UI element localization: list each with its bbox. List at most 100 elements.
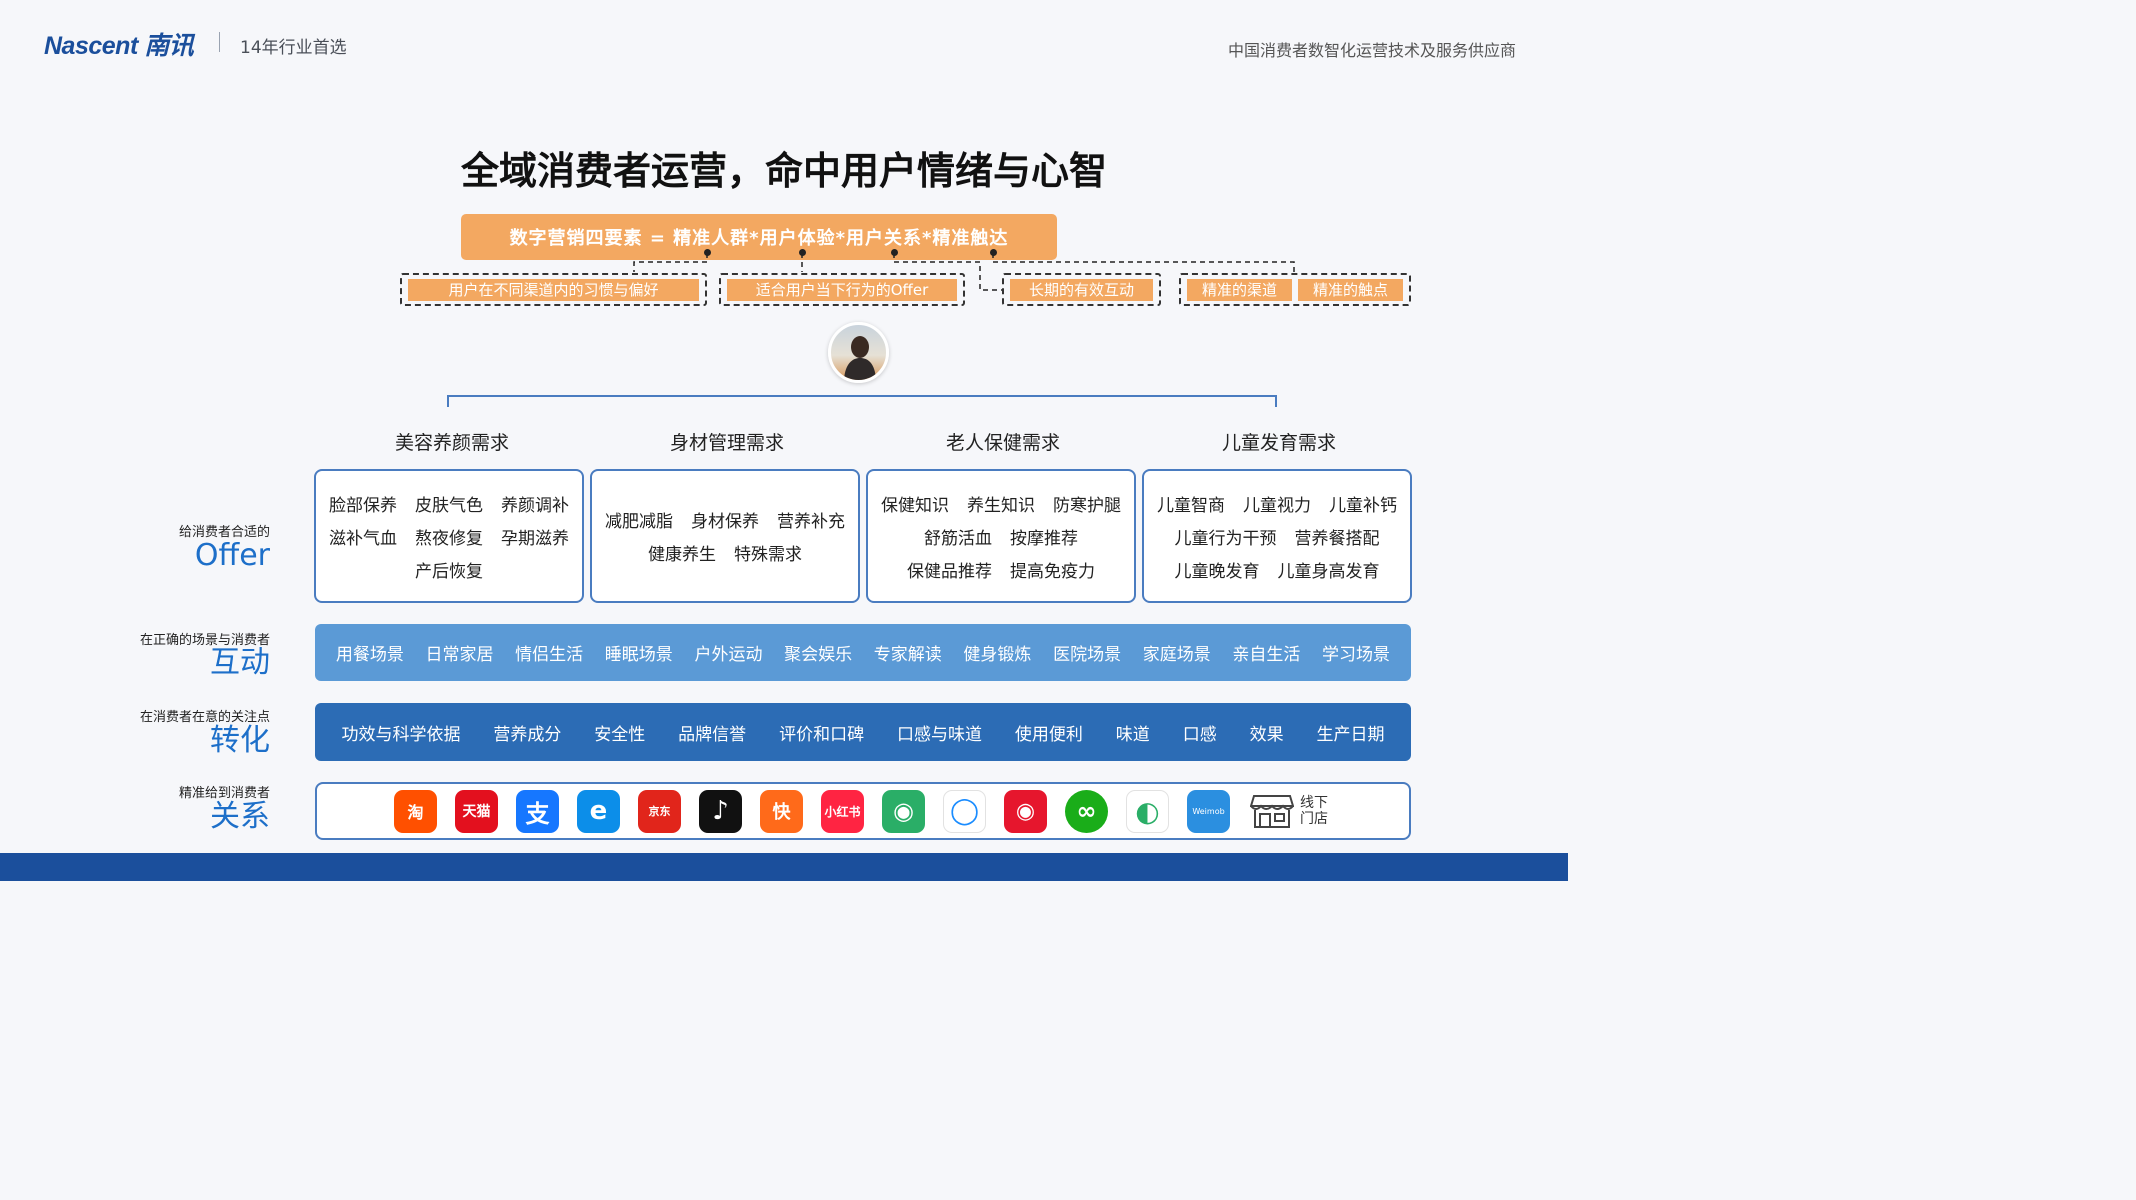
need-item: 儿童行为干预 <box>1174 528 1277 549</box>
offer-label: Offer <box>194 538 270 573</box>
scene-item: 情侣生活 <box>515 645 584 665</box>
consumer-avatar <box>828 322 889 383</box>
need-item: 儿童补钙 <box>1329 495 1397 516</box>
focus-item: 口感与味道 <box>896 724 982 745</box>
taobao-icon[interactable]: 淘 <box>394 789 437 833</box>
need-item: 儿童晚发育 <box>1174 561 1260 582</box>
alipay-icon[interactable]: 支 <box>516 789 559 833</box>
need-item: 滋补气血 <box>329 528 397 549</box>
need-row: 健康养生 特殊需求 <box>648 540 802 565</box>
need-item: 养颜调补 <box>501 495 569 516</box>
tag-habits: 用户在不同渠道内的习惯与偏好 <box>408 278 699 301</box>
connector-dot <box>704 249 711 256</box>
need-item: 身材保养 <box>691 512 759 532</box>
scene-item: 睡眠场景 <box>604 645 673 665</box>
connector-lines <box>633 253 1295 291</box>
need-box-beauty: 脸部保养 皮肤气色 养颜调补 滋补气血 熬夜修复 孕期滋养 产后恢复 <box>314 469 584 603</box>
need-box-children: 儿童智商 儿童视力 儿童补钙 儿童行为干预 营养餐搭配 儿童晚发育 儿童身高发育 <box>1142 469 1412 603</box>
need-row: 产后恢复 <box>415 557 483 582</box>
footer-bar <box>0 853 1568 881</box>
need-row: 滋补气血 熬夜修复 孕期滋养 <box>329 524 569 549</box>
need-item: 防寒护腿 <box>1053 495 1121 516</box>
qq-icon[interactable]: ◯ <box>943 789 986 833</box>
wechat-icon[interactable]: ◉ <box>882 789 925 833</box>
weibo-icon[interactable]: ◉ <box>1004 789 1047 833</box>
need-item: 减肥减脂 <box>605 512 673 532</box>
focus-item: 口感 <box>1182 724 1217 745</box>
tag-group-offer: 适合用户当下行为的Offer <box>719 273 965 306</box>
need-item: 产后恢复 <box>415 561 483 582</box>
need-item: 熬夜修复 <box>415 528 483 549</box>
connector-dot <box>990 249 997 256</box>
connector-dot <box>799 249 806 256</box>
store-label: 线下门店 <box>1300 794 1328 827</box>
need-item: 按摩推荐 <box>1010 528 1078 549</box>
need-item: 养生知识 <box>967 495 1035 516</box>
need-item: 皮肤气色 <box>415 495 483 516</box>
focus-item: 评价和口碑 <box>779 724 865 745</box>
scene-item: 户外运动 <box>694 645 763 665</box>
need-item: 孕期滋养 <box>501 528 569 549</box>
need-item: 特殊需求 <box>734 545 802 565</box>
need-box-body: 减肥减脂 身材保养 营养补充 健康养生 特殊需求 <box>590 469 860 603</box>
need-item: 健康养生 <box>648 545 716 565</box>
scene-item: 医院场景 <box>1053 645 1122 665</box>
need-item: 舒筋活血 <box>924 528 992 549</box>
channel-box: 淘 天猫 支 e 京东 ♪ 快 小红书 ◉ ◯ ◉ ∞ ◐ Weimob 线下门… <box>315 782 1411 840</box>
need-box-elderly: 保健知识 养生知识 防寒护腿 舒筋活血 按摩推荐 保健品推荐 提高免疫力 <box>866 469 1136 603</box>
tag-group-interaction: 长期的有效互动 <box>1002 273 1161 306</box>
person-icon <box>844 336 876 380</box>
need-item: 脸部保养 <box>329 495 397 516</box>
focus-item: 功效与科学依据 <box>341 724 461 745</box>
need-item: 营养补充 <box>777 512 845 532</box>
category-title-body: 身材管理需求 <box>669 432 784 454</box>
need-item: 保健知识 <box>881 495 949 516</box>
need-item: 保健品推荐 <box>907 561 992 582</box>
need-item: 儿童身高发育 <box>1277 561 1380 582</box>
connector-dot <box>891 249 898 256</box>
category-title-elderly: 老人保健需求 <box>945 432 1060 454</box>
tag-channel: 精准的渠道 <box>1187 278 1292 301</box>
category-bracket <box>447 395 1277 407</box>
need-item: 儿童智商 <box>1157 495 1225 516</box>
jd-icon[interactable]: 京东 <box>638 789 681 833</box>
need-row: 保健知识 养生知识 防寒护腿 <box>881 491 1121 516</box>
tag-interaction: 长期的有效互动 <box>1010 278 1153 301</box>
need-row: 保健品推荐 提高免疫力 <box>907 557 1095 582</box>
wecom-icon[interactable]: ◐ <box>1126 789 1169 833</box>
focus-item: 营养成分 <box>493 724 562 745</box>
kuaishou-icon[interactable]: 快 <box>760 789 803 833</box>
tag-group-habits: 用户在不同渠道内的习惯与偏好 <box>400 273 707 306</box>
scene-item: 学习场景 <box>1322 645 1391 665</box>
focus-item: 味道 <box>1115 724 1150 745</box>
focus-item: 效果 <box>1249 724 1284 745</box>
douyin-icon[interactable]: ♪ <box>699 789 742 833</box>
focus-band: 功效与科学依据 营养成分 安全性 品牌信誉 评价和口碑 口感与味道 使用便利 味… <box>315 703 1411 761</box>
relation-label: 关系 <box>210 799 270 834</box>
tag-touchpoint: 精准的触点 <box>1298 278 1403 301</box>
interact-label: 互动 <box>210 645 270 680</box>
category-title-beauty: 美容养颜需求 <box>394 432 509 454</box>
need-row: 儿童智商 儿童视力 儿童补钙 <box>1157 491 1397 516</box>
weimob-icon[interactable]: Weimob <box>1187 789 1230 833</box>
need-item: 儿童视力 <box>1243 495 1311 516</box>
scene-item: 日常家居 <box>425 645 494 665</box>
tag-group-channel: 精准的渠道 精准的触点 <box>1179 273 1411 306</box>
scene-item: 健身锻炼 <box>963 645 1032 665</box>
need-row: 舒筋活血 按摩推荐 <box>924 524 1078 549</box>
need-row: 儿童行为干预 营养餐搭配 <box>1175 524 1380 549</box>
scene-item: 亲自生活 <box>1232 645 1301 665</box>
mini-program-icon[interactable]: ∞ <box>1065 789 1108 833</box>
scene-band: 用餐场景 日常家居 情侣生活 睡眠场景 户外运动 聚会娱乐 专家解读 健身锻炼 … <box>315 624 1411 681</box>
store-icon <box>1250 795 1294 828</box>
tag-offer: 适合用户当下行为的Offer <box>727 278 957 301</box>
focus-item: 使用便利 <box>1014 724 1083 745</box>
focus-item: 安全性 <box>594 724 646 745</box>
eleme-icon[interactable]: e <box>577 789 620 833</box>
need-row: 减肥减脂 身材保养 营养补充 <box>605 507 845 532</box>
xiaohongshu-icon[interactable]: 小红书 <box>821 789 864 833</box>
tmall-icon[interactable]: 天猫 <box>455 789 498 833</box>
convert-label: 转化 <box>210 723 270 758</box>
need-item: 营养餐搭配 <box>1294 528 1380 549</box>
offline-store[interactable]: 线下门店 <box>1250 792 1332 830</box>
